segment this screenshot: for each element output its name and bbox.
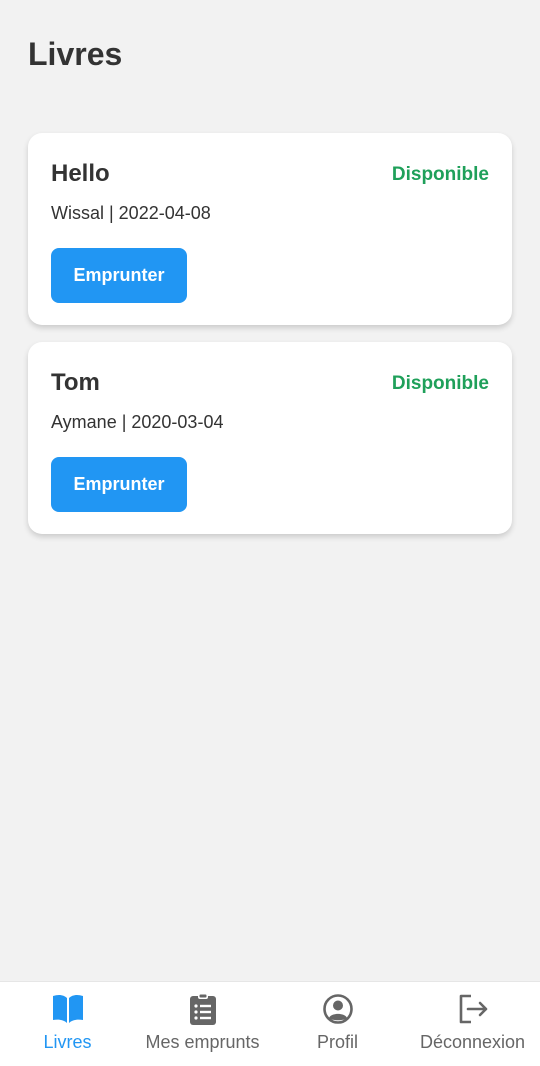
tab-label: Mes emprunts xyxy=(145,1032,260,1052)
tab-deconnexion[interactable]: Déconnexion xyxy=(405,982,540,1066)
book-open-icon xyxy=(52,994,83,1023)
book-status: Disponible xyxy=(391,164,489,185)
borrow-button[interactable]: Emprunter xyxy=(51,248,187,303)
page-title: Livres xyxy=(28,36,123,72)
tab-mes-emprunts[interactable]: Mes emprunts xyxy=(135,982,270,1066)
book-list: Hello Disponible Wissal | 2022-04-08 Emp… xyxy=(28,133,512,551)
tab-livres[interactable]: Livres xyxy=(0,982,135,1066)
tab-label: Profil xyxy=(316,1032,358,1052)
logout-icon xyxy=(459,994,487,1024)
user-circle-icon xyxy=(322,994,353,1024)
bottom-tab-bar: Livres Mes emprunts Profil Déconnexion xyxy=(0,981,540,1066)
tab-profil[interactable]: Profil xyxy=(270,982,405,1066)
tab-label: Livres xyxy=(43,1032,92,1052)
book-card: Hello Disponible Wissal | 2022-04-08 Emp… xyxy=(28,133,512,325)
clipboard-list-icon xyxy=(189,993,216,1025)
tab-label: Déconnexion xyxy=(419,1032,526,1052)
screen: Livres Hello Disponible Wissal | 2022-04… xyxy=(0,0,540,1066)
book-meta: Wissal | 2022-04-08 xyxy=(51,203,211,223)
book-card: Tom Disponible Aymane | 2020-03-04 Empru… xyxy=(28,342,512,534)
book-title: Tom xyxy=(51,369,100,396)
borrow-button[interactable]: Emprunter xyxy=(51,457,187,512)
book-meta: Aymane | 2020-03-04 xyxy=(51,412,224,432)
book-title: Hello xyxy=(51,160,110,187)
book-status: Disponible xyxy=(391,373,489,394)
